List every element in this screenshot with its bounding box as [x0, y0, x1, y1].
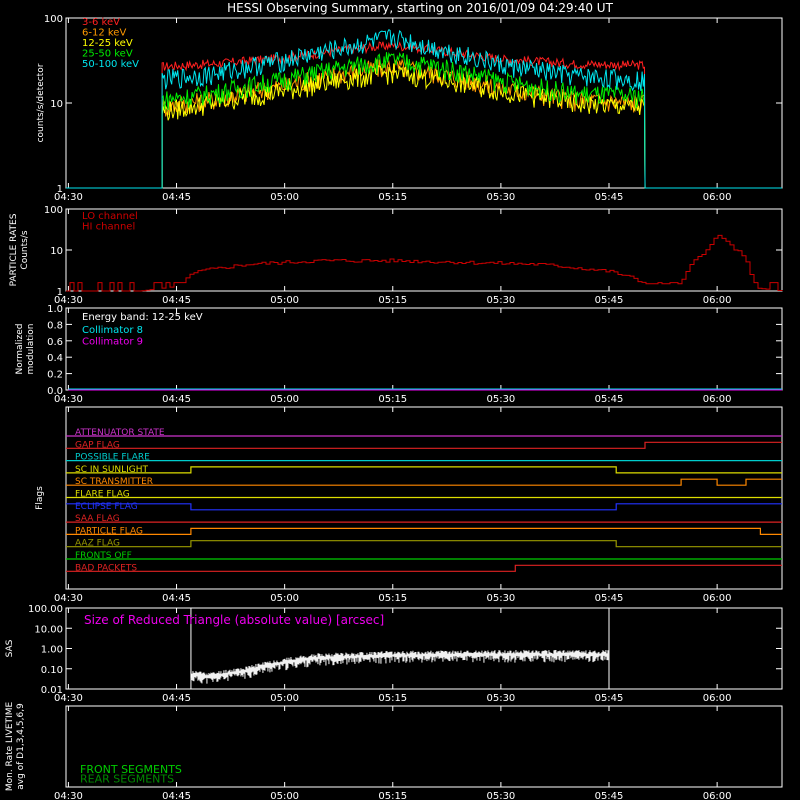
x-tick-label: 05:00: [270, 593, 299, 604]
x-tick-label: 04:45: [162, 192, 191, 203]
legend-label: REAR SEGMENTS: [80, 773, 174, 786]
x-tick-label: 05:45: [595, 192, 624, 203]
y-tick-label: 1.00: [41, 645, 63, 656]
flag-line: [66, 503, 782, 511]
panel-frame-2: [65, 208, 783, 292]
x-tick-label: 06:00: [703, 192, 732, 203]
x-tick-label: 05:30: [486, 295, 515, 306]
x-tick-label: 04:45: [162, 394, 191, 405]
series-line-lo-channel: [66, 234, 783, 292]
y-axis-label: modulation: [26, 324, 36, 375]
x-tick-label: 04:30: [54, 791, 83, 800]
legend-label: HI channel: [82, 222, 135, 233]
x-tick-label: 05:15: [378, 295, 407, 306]
y-tick-label: 0.01: [41, 685, 63, 696]
flag-line: [66, 564, 782, 572]
legend-label: 3-6 keV: [82, 17, 120, 28]
x-tick-label: 05:15: [378, 394, 407, 405]
flag-line: [66, 478, 782, 486]
y-tick-label: 1: [57, 184, 63, 195]
x-tick-label: 04:45: [162, 693, 191, 704]
y-tick-label: 0.2: [47, 370, 63, 381]
y-axis-label: counts/s/detector: [36, 63, 46, 142]
chart-title: HESSI Observing Summary, starting on 201…: [227, 1, 613, 15]
y-tick-label: 0.0: [47, 386, 63, 397]
x-tick-label: 05:45: [595, 693, 624, 704]
sas-annotation: Size of Reduced Triangle (absolute value…: [84, 613, 384, 627]
y-axis-label: Flags: [35, 486, 45, 510]
legend-label: LO channel: [82, 211, 138, 222]
y-axis-label: Mon. Rate LIVETIME: [5, 702, 15, 792]
y-tick-label: 1.0: [47, 304, 63, 315]
flag-line: [66, 527, 782, 535]
x-tick-label: 05:30: [486, 791, 515, 800]
x-tick-label: 05:00: [270, 693, 299, 704]
legend-label: 12-25 keV: [82, 38, 133, 49]
x-tick-label: 05:15: [378, 791, 407, 800]
x-tick-label: 04:45: [162, 791, 191, 800]
sas-series: [190, 649, 610, 684]
x-tick-label: 05:15: [378, 593, 407, 604]
x-tick-label: 05:00: [270, 394, 299, 405]
energy-band-note: Energy band: 12-25 keV: [82, 312, 203, 323]
x-tick-label: 04:45: [162, 295, 191, 306]
x-tick-label: 05:30: [486, 693, 515, 704]
x-tick-label: 04:30: [54, 593, 83, 604]
legend-label: 25-50 keV: [82, 49, 133, 60]
x-tick-label: 06:00: [703, 693, 732, 704]
legend-label: 50-100 keV: [82, 59, 139, 70]
x-tick-label: 05:00: [270, 295, 299, 306]
y-tick-label: 10.00: [34, 624, 63, 635]
x-tick-label: 06:00: [703, 295, 732, 306]
flag-line: [66, 441, 782, 449]
y-axis-label: PARTICLE RATES: [9, 213, 19, 286]
x-tick-label: 05:00: [270, 192, 299, 203]
y-tick-label: 100: [44, 205, 63, 216]
x-tick-label: 04:45: [162, 593, 191, 604]
legend-label: Collimator 8: [82, 325, 143, 336]
x-tick-label: 06:00: [703, 394, 732, 405]
y-tick-label: 0.6: [47, 337, 63, 348]
x-tick-label: 06:00: [703, 791, 732, 800]
x-tick-label: 05:45: [595, 791, 624, 800]
y-axis-label: SAS: [5, 639, 15, 657]
x-tick-label: 05:15: [378, 192, 407, 203]
flag-line: [66, 540, 782, 548]
y-tick-label: 10: [50, 99, 63, 110]
x-tick-label: 05:45: [595, 593, 624, 604]
y-tick-label: 100: [44, 14, 63, 25]
y-tick-label: 0.4: [47, 353, 63, 364]
x-tick-label: 05:45: [595, 295, 624, 306]
x-tick-label: 05:15: [378, 693, 407, 704]
y-axis-label: Normalized: [15, 323, 25, 374]
y-tick-label: 0.10: [41, 665, 63, 676]
y-tick-label: 0.8: [47, 320, 63, 331]
y-tick-label: 10: [50, 246, 63, 257]
flag-line: [66, 466, 782, 474]
x-tick-label: 06:00: [703, 593, 732, 604]
y-tick-label: 1: [57, 287, 63, 298]
x-tick-label: 05:45: [595, 394, 624, 405]
x-tick-label: 05:30: [486, 593, 515, 604]
x-tick-label: 05:00: [270, 791, 299, 800]
series-line-12-25-keV: [66, 63, 782, 189]
legend-label: Collimator 9: [82, 337, 143, 348]
observing-summary-chart: HESSI Observing Summary, starting on 201…: [5, 1, 783, 800]
legend-label: 6-12 keV: [82, 28, 126, 39]
series-line-6-12-keV: [66, 58, 782, 189]
y-axis-label: Counts/s: [20, 230, 30, 269]
y-axis-label: avg of D1,3,4,5,6,9: [16, 703, 26, 790]
y-tick-label: 100.00: [28, 604, 63, 615]
x-tick-label: 05:30: [486, 394, 515, 405]
x-tick-label: 05:30: [486, 192, 515, 203]
